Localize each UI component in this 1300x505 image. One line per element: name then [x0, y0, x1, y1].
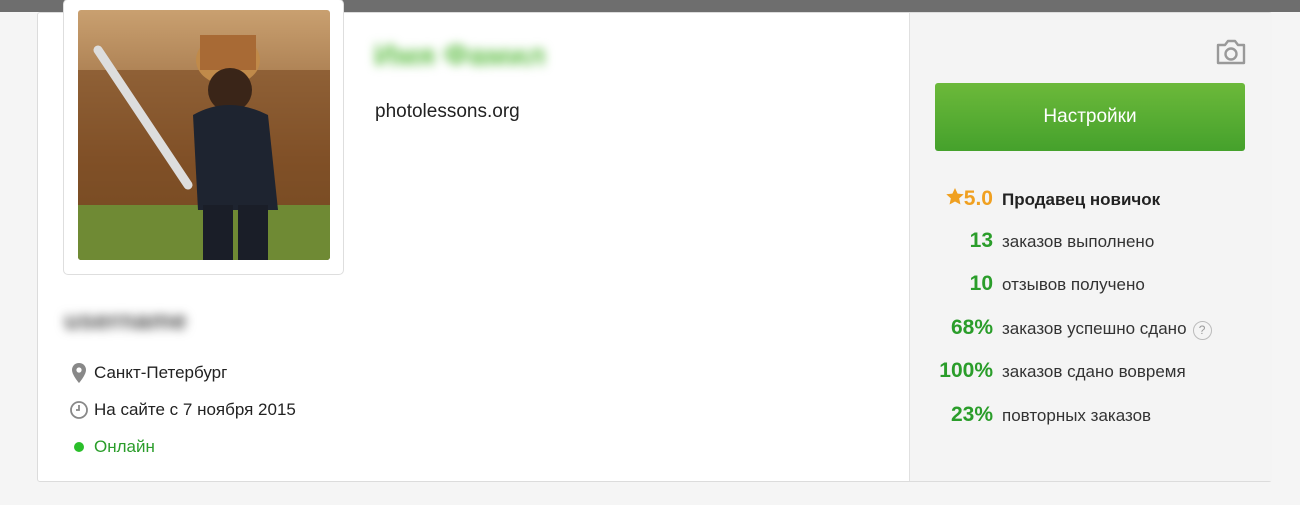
member-since-row: На сайте с 7 ноября 2015	[64, 400, 296, 420]
status-row: Онлайн	[64, 437, 155, 457]
rating-value: 5.0	[963, 187, 993, 210]
member-since-text: На сайте с 7 ноября 2015	[94, 400, 296, 419]
avatar[interactable]	[78, 10, 330, 260]
stat-value: 100%	[939, 359, 993, 382]
stat-value: 10	[969, 272, 993, 295]
profile-name-blurred: Имя Фамил	[374, 39, 546, 72]
stat-label: заказов сдано вовремя	[1002, 362, 1186, 381]
username-blurred: username	[64, 305, 187, 335]
clock-icon	[64, 401, 94, 419]
stat-label: заказов выполнено	[1002, 232, 1155, 251]
rating-row: 5.0 Продавец новичок	[910, 187, 1250, 211]
profile-card: Имя Фамил photolessons.org username Санк…	[37, 0, 1272, 482]
stat-label: отзывов получено	[1002, 275, 1145, 294]
camera-icon[interactable]	[1215, 39, 1247, 65]
stat-row: 13 заказов выполнено	[910, 229, 1250, 253]
avatar-frame	[63, 0, 344, 275]
stat-row: 10 отзывов получено	[910, 272, 1250, 296]
avatar-image	[78, 10, 330, 260]
stats-panel: Настройки 5.0 Продавец новичок 13 заказо…	[909, 13, 1272, 481]
star-icon	[946, 188, 964, 205]
stat-row: 68% заказов успешно сдано ?	[910, 316, 1250, 340]
stat-label: заказов успешно сдано	[1002, 319, 1187, 338]
stat-value: 23%	[950, 403, 993, 426]
website-link[interactable]: photolessons.org	[375, 101, 520, 123]
help-icon[interactable]: ?	[1192, 320, 1212, 340]
location-text: Санкт-Петербург	[94, 363, 228, 382]
settings-button[interactable]: Настройки	[935, 83, 1245, 151]
stat-row: 100% заказов сдано вовремя	[910, 359, 1250, 383]
rating-label: Продавец новичок	[1002, 190, 1161, 209]
stat-row: 23% повторных заказов	[910, 403, 1250, 427]
status-text: Онлайн	[94, 437, 155, 456]
stat-value: 68%	[950, 316, 993, 339]
stat-label: повторных заказов	[1002, 406, 1152, 425]
location-pin-icon	[64, 363, 94, 383]
stat-value: 13	[969, 229, 993, 252]
online-dot-icon	[64, 441, 94, 453]
location-row: Санкт-Петербург	[64, 363, 227, 383]
